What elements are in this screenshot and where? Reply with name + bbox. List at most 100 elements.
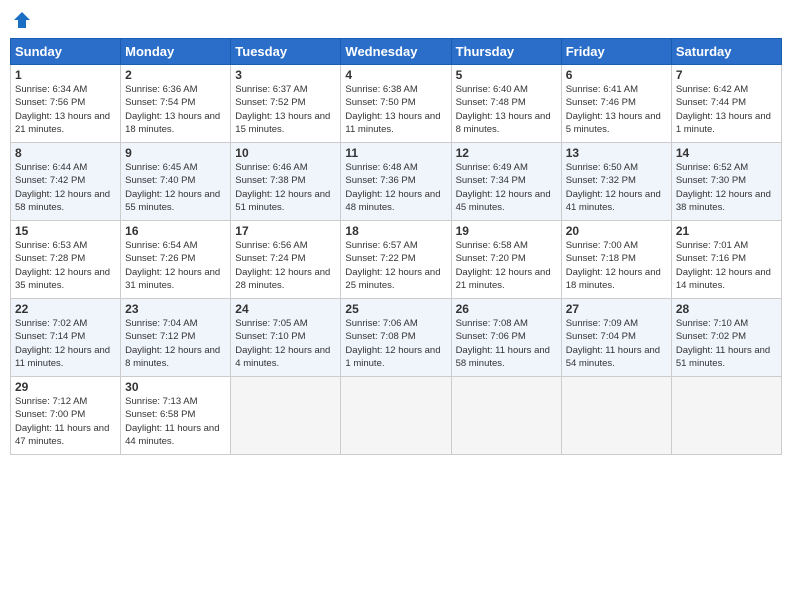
calendar-cell: 21Sunrise: 7:01 AMSunset: 7:16 PMDayligh… <box>671 221 781 299</box>
calendar-cell: 15Sunrise: 6:53 AMSunset: 7:28 PMDayligh… <box>11 221 121 299</box>
calendar-cell: 12Sunrise: 6:49 AMSunset: 7:34 PMDayligh… <box>451 143 561 221</box>
day-info: Sunrise: 6:36 AMSunset: 7:54 PMDaylight:… <box>125 83 226 136</box>
day-number: 22 <box>15 302 116 316</box>
day-info: Sunrise: 6:44 AMSunset: 7:42 PMDaylight:… <box>15 161 116 214</box>
day-info: Sunrise: 6:42 AMSunset: 7:44 PMDaylight:… <box>676 83 777 136</box>
day-info: Sunrise: 6:38 AMSunset: 7:50 PMDaylight:… <box>345 83 446 136</box>
calendar-cell: 13Sunrise: 6:50 AMSunset: 7:32 PMDayligh… <box>561 143 671 221</box>
col-monday: Monday <box>121 39 231 65</box>
calendar-cell: 23Sunrise: 7:04 AMSunset: 7:12 PMDayligh… <box>121 299 231 377</box>
day-number: 27 <box>566 302 667 316</box>
col-tuesday: Tuesday <box>231 39 341 65</box>
day-info: Sunrise: 7:04 AMSunset: 7:12 PMDaylight:… <box>125 317 226 370</box>
logo-icon <box>12 10 32 30</box>
calendar-cell: 28Sunrise: 7:10 AMSunset: 7:02 PMDayligh… <box>671 299 781 377</box>
calendar-cell: 24Sunrise: 7:05 AMSunset: 7:10 PMDayligh… <box>231 299 341 377</box>
calendar-cell: 9Sunrise: 6:45 AMSunset: 7:40 PMDaylight… <box>121 143 231 221</box>
calendar-cell: 14Sunrise: 6:52 AMSunset: 7:30 PMDayligh… <box>671 143 781 221</box>
day-info: Sunrise: 7:01 AMSunset: 7:16 PMDaylight:… <box>676 239 777 292</box>
header <box>10 10 782 30</box>
day-number: 26 <box>456 302 557 316</box>
day-info: Sunrise: 7:05 AMSunset: 7:10 PMDaylight:… <box>235 317 336 370</box>
day-number: 6 <box>566 68 667 82</box>
calendar-cell: 19Sunrise: 6:58 AMSunset: 7:20 PMDayligh… <box>451 221 561 299</box>
day-info: Sunrise: 7:06 AMSunset: 7:08 PMDaylight:… <box>345 317 446 370</box>
day-number: 28 <box>676 302 777 316</box>
calendar-cell <box>671 377 781 455</box>
calendar-cell: 16Sunrise: 6:54 AMSunset: 7:26 PMDayligh… <box>121 221 231 299</box>
day-number: 18 <box>345 224 446 238</box>
day-number: 23 <box>125 302 226 316</box>
calendar-cell <box>451 377 561 455</box>
day-info: Sunrise: 6:45 AMSunset: 7:40 PMDaylight:… <box>125 161 226 214</box>
day-number: 29 <box>15 380 116 394</box>
day-info: Sunrise: 6:56 AMSunset: 7:24 PMDaylight:… <box>235 239 336 292</box>
day-info: Sunrise: 7:09 AMSunset: 7:04 PMDaylight:… <box>566 317 667 370</box>
day-info: Sunrise: 6:48 AMSunset: 7:36 PMDaylight:… <box>345 161 446 214</box>
day-number: 11 <box>345 146 446 160</box>
day-number: 10 <box>235 146 336 160</box>
calendar-cell: 8Sunrise: 6:44 AMSunset: 7:42 PMDaylight… <box>11 143 121 221</box>
day-number: 19 <box>456 224 557 238</box>
logo <box>10 10 32 30</box>
day-info: Sunrise: 6:53 AMSunset: 7:28 PMDaylight:… <box>15 239 116 292</box>
calendar-cell <box>561 377 671 455</box>
day-info: Sunrise: 6:40 AMSunset: 7:48 PMDaylight:… <box>456 83 557 136</box>
calendar-cell: 3Sunrise: 6:37 AMSunset: 7:52 PMDaylight… <box>231 65 341 143</box>
calendar-cell: 5Sunrise: 6:40 AMSunset: 7:48 PMDaylight… <box>451 65 561 143</box>
calendar-cell: 30Sunrise: 7:13 AMSunset: 6:58 PMDayligh… <box>121 377 231 455</box>
calendar-cell: 25Sunrise: 7:06 AMSunset: 7:08 PMDayligh… <box>341 299 451 377</box>
day-number: 2 <box>125 68 226 82</box>
calendar-cell <box>341 377 451 455</box>
col-sunday: Sunday <box>11 39 121 65</box>
day-info: Sunrise: 7:08 AMSunset: 7:06 PMDaylight:… <box>456 317 557 370</box>
day-info: Sunrise: 7:12 AMSunset: 7:00 PMDaylight:… <box>15 395 116 448</box>
calendar-cell: 1Sunrise: 6:34 AMSunset: 7:56 PMDaylight… <box>11 65 121 143</box>
calendar-cell: 18Sunrise: 6:57 AMSunset: 7:22 PMDayligh… <box>341 221 451 299</box>
day-info: Sunrise: 6:49 AMSunset: 7:34 PMDaylight:… <box>456 161 557 214</box>
day-number: 20 <box>566 224 667 238</box>
calendar-cell: 20Sunrise: 7:00 AMSunset: 7:18 PMDayligh… <box>561 221 671 299</box>
day-info: Sunrise: 7:00 AMSunset: 7:18 PMDaylight:… <box>566 239 667 292</box>
day-info: Sunrise: 7:10 AMSunset: 7:02 PMDaylight:… <box>676 317 777 370</box>
day-number: 17 <box>235 224 336 238</box>
calendar-cell: 17Sunrise: 6:56 AMSunset: 7:24 PMDayligh… <box>231 221 341 299</box>
day-number: 12 <box>456 146 557 160</box>
calendar-cell: 6Sunrise: 6:41 AMSunset: 7:46 PMDaylight… <box>561 65 671 143</box>
col-thursday: Thursday <box>451 39 561 65</box>
col-friday: Friday <box>561 39 671 65</box>
calendar-cell: 29Sunrise: 7:12 AMSunset: 7:00 PMDayligh… <box>11 377 121 455</box>
calendar-table: Sunday Monday Tuesday Wednesday Thursday… <box>10 38 782 455</box>
calendar-cell: 7Sunrise: 6:42 AMSunset: 7:44 PMDaylight… <box>671 65 781 143</box>
day-number: 16 <box>125 224 226 238</box>
day-number: 13 <box>566 146 667 160</box>
day-info: Sunrise: 6:58 AMSunset: 7:20 PMDaylight:… <box>456 239 557 292</box>
day-number: 14 <box>676 146 777 160</box>
day-info: Sunrise: 6:54 AMSunset: 7:26 PMDaylight:… <box>125 239 226 292</box>
day-number: 1 <box>15 68 116 82</box>
day-info: Sunrise: 6:50 AMSunset: 7:32 PMDaylight:… <box>566 161 667 214</box>
calendar-cell: 27Sunrise: 7:09 AMSunset: 7:04 PMDayligh… <box>561 299 671 377</box>
day-number: 15 <box>15 224 116 238</box>
page: Sunday Monday Tuesday Wednesday Thursday… <box>0 0 792 612</box>
day-number: 4 <box>345 68 446 82</box>
day-info: Sunrise: 6:57 AMSunset: 7:22 PMDaylight:… <box>345 239 446 292</box>
calendar-cell: 26Sunrise: 7:08 AMSunset: 7:06 PMDayligh… <box>451 299 561 377</box>
day-info: Sunrise: 6:46 AMSunset: 7:38 PMDaylight:… <box>235 161 336 214</box>
day-number: 8 <box>15 146 116 160</box>
day-info: Sunrise: 6:52 AMSunset: 7:30 PMDaylight:… <box>676 161 777 214</box>
day-number: 25 <box>345 302 446 316</box>
calendar-cell: 4Sunrise: 6:38 AMSunset: 7:50 PMDaylight… <box>341 65 451 143</box>
day-info: Sunrise: 6:34 AMSunset: 7:56 PMDaylight:… <box>15 83 116 136</box>
day-info: Sunrise: 7:02 AMSunset: 7:14 PMDaylight:… <box>15 317 116 370</box>
day-number: 24 <box>235 302 336 316</box>
calendar-cell: 11Sunrise: 6:48 AMSunset: 7:36 PMDayligh… <box>341 143 451 221</box>
day-info: Sunrise: 7:13 AMSunset: 6:58 PMDaylight:… <box>125 395 226 448</box>
calendar-cell: 2Sunrise: 6:36 AMSunset: 7:54 PMDaylight… <box>121 65 231 143</box>
day-number: 9 <box>125 146 226 160</box>
calendar-cell: 22Sunrise: 7:02 AMSunset: 7:14 PMDayligh… <box>11 299 121 377</box>
day-number: 3 <box>235 68 336 82</box>
day-info: Sunrise: 6:37 AMSunset: 7:52 PMDaylight:… <box>235 83 336 136</box>
day-number: 7 <box>676 68 777 82</box>
day-number: 30 <box>125 380 226 394</box>
